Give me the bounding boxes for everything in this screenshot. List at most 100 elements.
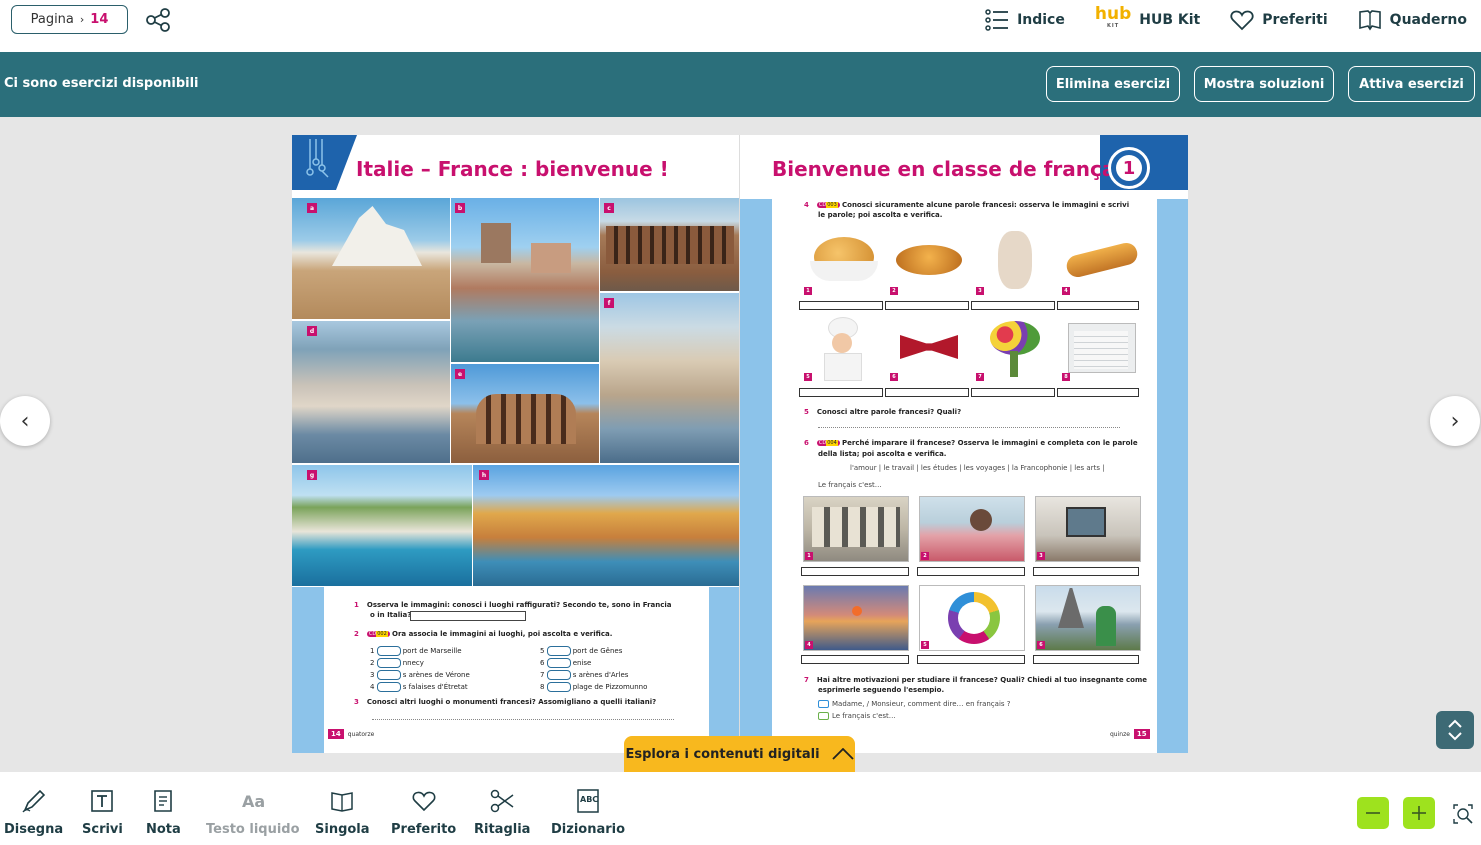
photo-francophonie-ring: 5	[919, 585, 1025, 651]
match-select[interactable]	[376, 646, 401, 656]
answer-field-photo-4[interactable]	[801, 655, 909, 664]
match-select[interactable]	[376, 658, 401, 668]
unit-badge: 1	[1108, 147, 1150, 189]
heart-icon	[1230, 10, 1254, 31]
single-page-icon	[331, 792, 354, 812]
photo-building: 1	[803, 496, 909, 562]
nav-indice[interactable]: Indice	[985, 9, 1065, 31]
match-select[interactable]	[546, 658, 571, 668]
exercise-7: 7 Hai altre motivazioni per studiare il f…	[804, 676, 1148, 684]
object-garage: 8	[1062, 315, 1140, 381]
answer-field-photo-5[interactable]	[917, 655, 1025, 664]
tool-crop[interactable]: Ritaglia	[474, 788, 530, 837]
exercise-2: 2 CD002 Ora associa le immagini ai luoghi…	[354, 630, 613, 638]
plus-icon	[1412, 806, 1426, 820]
chevron-right-icon: ›	[1450, 408, 1460, 434]
photo-b-annecy: b	[451, 198, 599, 362]
zoom-in-button[interactable]	[1403, 797, 1435, 829]
next-page-button[interactable]: ›	[1430, 396, 1480, 446]
answer-field-2[interactable]	[885, 301, 969, 310]
exercise-2-list-left: 1 port de Marseille 2 nnecy 3 s arènes d…	[370, 646, 470, 692]
audio-cd-icon[interactable]: CD002	[366, 631, 390, 637]
answer-field-5[interactable]	[799, 388, 883, 397]
right-page-number: quinze 15	[1110, 729, 1150, 739]
circuit-icon	[306, 139, 329, 178]
match-select[interactable]	[376, 682, 401, 692]
page-selector[interactable]: Pagina › 14	[11, 5, 128, 34]
tool-favorite[interactable]: Preferito	[391, 788, 456, 837]
fit-page-toggle-button[interactable]	[1436, 711, 1474, 749]
text-box-icon	[91, 790, 114, 812]
photo-f-marseille: f	[600, 293, 740, 463]
audio-cd-icon[interactable]: CD004	[816, 440, 840, 446]
nav-hub-kit[interactable]: hub KIT HUB Kit	[1094, 4, 1201, 32]
font-aa-icon: Aa	[242, 792, 265, 811]
answer-field-4[interactable]	[1057, 301, 1139, 310]
hub-kit-logo: hub KIT	[1094, 4, 1132, 30]
explore-label: Esplora i contenuti digitali	[625, 746, 820, 762]
book-spread[interactable]: Italie – France : bienvenue ! a b c d e …	[292, 135, 1188, 753]
answer-field-8[interactable]	[1057, 388, 1139, 397]
answer-field-photo-3[interactable]	[1033, 567, 1139, 576]
explore-digital-content-button[interactable]: Esplora i contenuti digitali	[624, 736, 855, 772]
match-select[interactable]	[376, 670, 401, 680]
zoom-fit-icon[interactable]	[1452, 803, 1474, 825]
speech-bubble-icon	[818, 712, 829, 720]
svg-text:Aa: Aa	[242, 792, 265, 811]
right-page: Bienvenue en classe de français ! 1 4 CD0…	[740, 135, 1188, 753]
page-number: 14	[90, 12, 109, 27]
photo-meeting: 3	[1035, 496, 1141, 562]
tool-single-page[interactable]: Singola	[315, 788, 370, 837]
exercise-7-example-1: Madame, / Monsieur, comment dire… en fra…	[818, 700, 1010, 708]
photo-eiffel-couple: 6	[1035, 585, 1141, 651]
answer-field-3[interactable]	[971, 301, 1055, 310]
scissors-icon	[490, 789, 514, 813]
top-nav: Indice hub KIT HUB Kit Preferiti Quaderno	[985, 0, 1467, 40]
match-select[interactable]	[546, 646, 571, 656]
audio-cd-icon[interactable]: CD003	[816, 202, 840, 208]
tool-write[interactable]: Scrivi	[82, 788, 123, 837]
delete-exercises-button[interactable]: Elimina esercizi	[1046, 66, 1180, 102]
photo-a-beach: a	[292, 198, 450, 319]
exercise-6-word-list: l'amour | le travail | les études | les …	[850, 464, 1105, 472]
share-icon[interactable]	[145, 8, 171, 32]
nav-indice-label: Indice	[1017, 12, 1065, 28]
match-select[interactable]	[546, 670, 571, 680]
left-page: Italie – France : bienvenue ! a b c d e …	[292, 135, 740, 753]
match-select[interactable]	[546, 682, 571, 692]
right-page-title: Bienvenue en classe de français !	[772, 157, 1151, 181]
activate-exercises-button[interactable]: Attiva esercizi	[1348, 66, 1475, 102]
nav-hub-kit-label: HUB Kit	[1139, 12, 1201, 28]
answer-field-6[interactable]	[885, 388, 969, 397]
exercise-bar: Ci sono esercizi disponibili Elimina ese…	[0, 52, 1481, 117]
answer-field-photo-6[interactable]	[1033, 655, 1139, 664]
expand-vertical-icon	[1448, 719, 1462, 741]
exercise-1-answer-field[interactable]	[410, 611, 526, 621]
object-plush-rabbit: 3	[976, 227, 1054, 295]
nav-preferiti[interactable]: Preferiti	[1230, 9, 1328, 31]
tool-dictionary[interactable]: ABC Dizionario	[551, 788, 625, 837]
left-page-number: 14 quatorze	[328, 729, 374, 739]
top-bar: Pagina › 14 Indice hub KIT HUB Kit Prefer…	[0, 0, 1481, 52]
nav-quaderno[interactable]: Quaderno	[1358, 9, 1467, 31]
tool-liquid-text[interactable]: Aa Testo liquido	[206, 788, 300, 837]
exercise-5: 5 Conosci altre parole francesi? Quali?	[804, 408, 962, 416]
zoom-out-button[interactable]	[1357, 797, 1389, 829]
answer-field-photo-1[interactable]	[801, 567, 909, 576]
show-solutions-button[interactable]: Mostra soluzioni	[1194, 66, 1334, 102]
answer-field-photo-2[interactable]	[917, 567, 1025, 576]
photo-c-arena: c	[600, 198, 740, 291]
pen-icon	[22, 789, 45, 813]
exercise-message: Ci sono esercizi disponibili	[4, 76, 199, 91]
tool-draw[interactable]: Disegna	[4, 788, 63, 837]
answer-field-1[interactable]	[799, 301, 883, 310]
photo-e-arles: e	[451, 364, 599, 463]
previous-page-button[interactable]: ‹	[0, 396, 50, 446]
tool-note[interactable]: Nota	[146, 788, 181, 837]
exercise-1: 1 Osserva le immagini: conosci i luoghi r…	[354, 601, 672, 609]
chevron-up-icon	[831, 748, 854, 760]
bottom-toolbar: Disegna Scrivi Nota Aa Testo liquido Sin…	[0, 772, 1481, 845]
page-label: Pagina	[30, 12, 74, 27]
answer-field-7[interactable]	[971, 388, 1055, 397]
book-icon	[1358, 10, 1381, 31]
